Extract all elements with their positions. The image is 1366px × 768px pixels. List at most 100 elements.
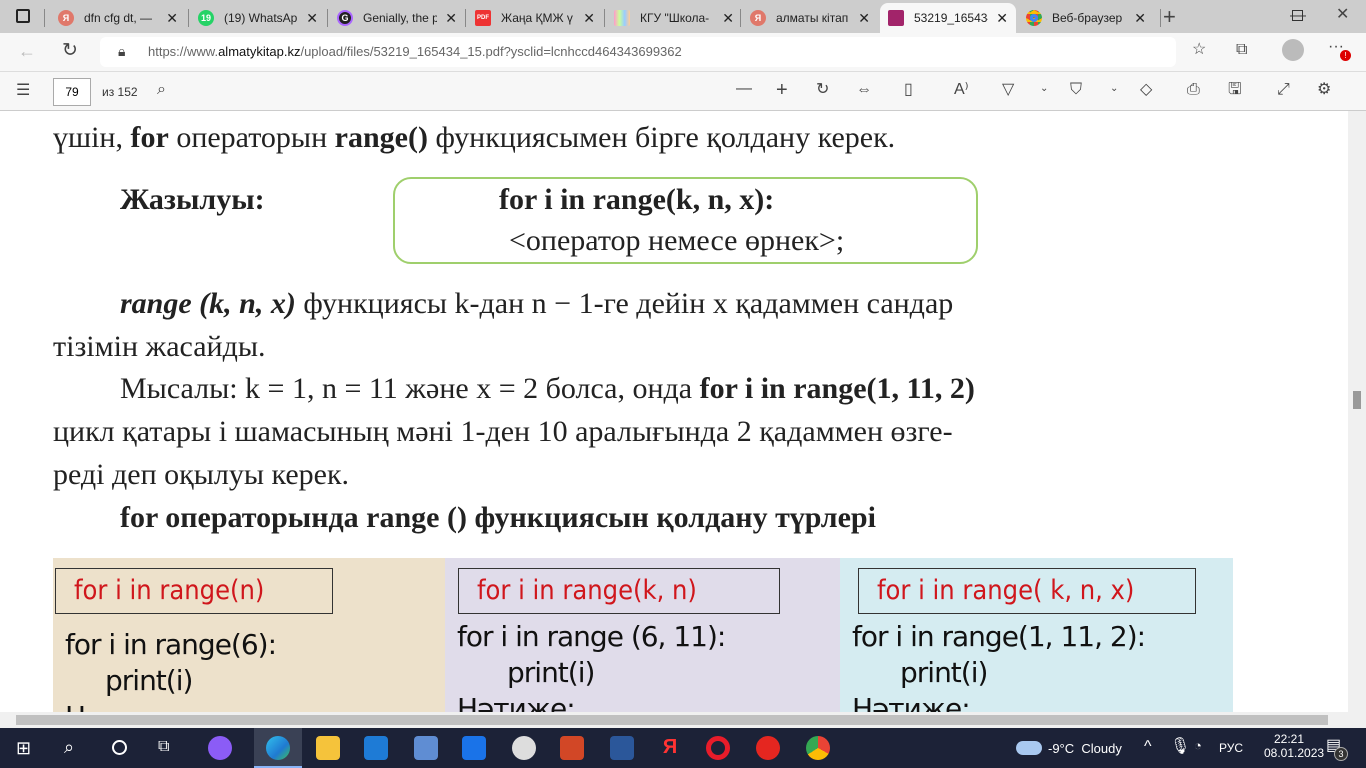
tab-actions-icon[interactable]: [16, 9, 30, 23]
read-aloud-icon[interactable]: A⁾: [954, 82, 969, 98]
alice-icon[interactable]: [208, 736, 232, 760]
vertical-scrollbar[interactable]: [1348, 111, 1366, 728]
stripes-icon: [614, 10, 630, 26]
pdf-toolbar: ☰ 79 из 152 ⌕ — + ↻ ⇔ ▯ A⁾ ▽ ⌄ ⛉ ⌄ ◇ ⎙ 🖫…: [0, 71, 1366, 111]
cortana-icon[interactable]: [112, 740, 127, 755]
language-indicator[interactable]: РУС: [1219, 741, 1243, 755]
weather-text[interactable]: -9°C Cloudy: [1048, 741, 1122, 756]
url-field[interactable]: 🔒︎ https://www.almatykitap.kz/upload/fil…: [100, 37, 1176, 67]
close-icon[interactable]: ✕: [858, 10, 870, 27]
chevron-up-icon[interactable]: ^: [1144, 739, 1152, 755]
tab-4[interactable]: КГУ "Школа- ✕: [606, 3, 742, 33]
network-icon[interactable]: ◔: [1194, 739, 1202, 752]
restore-icon[interactable]: [1292, 10, 1303, 21]
inkscape-icon[interactable]: [512, 736, 536, 760]
draw-icon[interactable]: ▽: [1002, 82, 1014, 98]
app-icon[interactable]: [414, 736, 438, 760]
syntax-label: Жазылуы:: [120, 183, 265, 216]
yandex-icon[interactable]: Я: [658, 736, 682, 760]
update-badge-icon: !: [1340, 50, 1351, 61]
close-icon[interactable]: ✕: [445, 10, 457, 27]
genially-icon: G: [337, 10, 353, 26]
zoom-in-icon[interactable]: +: [776, 80, 788, 100]
close-icon[interactable]: ✕: [996, 10, 1008, 27]
zoom-out-icon[interactable]: —: [736, 81, 752, 97]
taskbar: ⊞ ⌕ ⧉ Я -9°C Cloudy ^ 🎙︎ ◔ РУС 22:21 08.0…: [0, 728, 1366, 768]
chrome-icon: [1026, 10, 1042, 26]
horizontal-scrollbar[interactable]: [0, 712, 1348, 728]
microphone-icon[interactable]: 🎙︎: [1170, 739, 1190, 755]
rotate-icon[interactable]: ↻: [816, 82, 829, 98]
page-total: из 152: [102, 85, 138, 99]
explorer-icon[interactable]: [316, 736, 340, 760]
tab-5[interactable]: Яалматы кітап ✕: [742, 3, 878, 33]
text-line: үшін, for операторын range() функциясыме…: [53, 121, 896, 154]
clock[interactable]: 22:21 08.01.2023: [1264, 732, 1324, 760]
chrome-icon[interactable]: [806, 736, 830, 760]
highlight-icon[interactable]: ⛉: [1070, 82, 1082, 98]
chevron-down-icon[interactable]: ⌄: [1040, 84, 1048, 94]
tab-6-active[interactable]: 53219_165434 ✕: [880, 3, 1016, 33]
close-icon[interactable]: ✕: [306, 10, 318, 27]
tab-2[interactable]: G Genially, the p ✕: [329, 3, 465, 33]
close-icon[interactable]: ✕: [722, 10, 734, 27]
search-icon[interactable]: ⌕: [64, 738, 74, 756]
text-line: тізімін жасайды.: [53, 330, 266, 363]
opera-icon[interactable]: [706, 736, 730, 760]
task-view-icon[interactable]: ⧉: [158, 739, 169, 755]
start-icon[interactable]: ⊞: [16, 739, 31, 757]
tab-3[interactable]: PDF Жаңа ҚМЖ ү ✕: [467, 3, 603, 33]
search-icon[interactable]: ⌕: [157, 82, 166, 98]
tab-7[interactable]: Веб-браузер ✕: [1018, 3, 1154, 33]
tab-1[interactable]: 19 (19) WhatsApp ✕: [190, 3, 326, 33]
close-icon[interactable]: ✕: [166, 10, 178, 27]
syntax-box: for i in range(k, n, x): <оператор немес…: [393, 177, 978, 264]
text-line: реді деп оқылуы керек.: [53, 458, 350, 491]
mail-icon[interactable]: [462, 736, 486, 760]
tab-strip: Яdfn cfg dt, — ✕ 19 (19) WhatsApp ✕ G Genial…: [0, 0, 1366, 33]
whatsapp-icon: 19: [198, 10, 214, 26]
collections-icon[interactable]: ⧉: [1236, 42, 1247, 58]
powerpoint-icon[interactable]: [560, 736, 584, 760]
pdf-page: үшін, for операторын range() функциясыме…: [0, 111, 1348, 712]
settings-icon[interactable]: ⚙: [1317, 82, 1331, 98]
text-line: range (k, n, x) функциясы k-дан n − 1-ге…: [120, 287, 954, 320]
range-column-2: for i in range(k, n) for i in range (6, …: [445, 558, 840, 712]
section-heading: for операторында range () функциясын қол…: [120, 501, 876, 534]
edge-taskbar-button[interactable]: [254, 728, 302, 768]
close-icon[interactable]: ✕: [1134, 10, 1146, 27]
page-view-icon[interactable]: ▯: [904, 82, 913, 98]
close-window-icon[interactable]: ✕: [1336, 7, 1349, 23]
chevron-down-icon[interactable]: ⌄: [1110, 84, 1118, 94]
scroll-thumb[interactable]: [16, 715, 1328, 725]
book-icon: [888, 10, 904, 26]
store-icon[interactable]: [364, 736, 388, 760]
tab-0[interactable]: Яdfn cfg dt, — ✕: [50, 3, 186, 33]
yandex-icon: Я: [750, 10, 766, 26]
print-icon[interactable]: ⎙: [1187, 82, 1200, 98]
range-column-3: for i in range( k, n, x) for i in range(…: [840, 558, 1233, 712]
lock-icon[interactable]: 🔒︎: [118, 44, 125, 58]
yandex-icon: Я: [58, 10, 74, 26]
text-line: Мысалы: k = 1, n = 11 және x = 2 болса, …: [120, 372, 975, 405]
refresh-icon[interactable]: ↻: [62, 41, 78, 60]
edge-icon: [266, 736, 290, 760]
page-number-input[interactable]: 79: [53, 78, 91, 106]
eraser-icon[interactable]: ◇: [1140, 82, 1152, 98]
favorites-icon[interactable]: ☆: [1192, 42, 1206, 58]
range-column-1: for i in range(n) for i in range(6): pri…: [53, 558, 445, 712]
avatar[interactable]: [1282, 39, 1304, 61]
fullscreen-icon[interactable]: ⤢: [1277, 82, 1290, 98]
close-icon[interactable]: ✕: [583, 10, 595, 27]
fit-width-icon[interactable]: ⇔: [856, 82, 872, 98]
text-line: цикл қатары i шамасының мәні 1-ден 10 ар…: [53, 415, 953, 448]
yandex-browser-icon[interactable]: [756, 736, 780, 760]
back-icon[interactable]: ←: [18, 42, 36, 60]
new-tab-icon[interactable]: +: [1163, 6, 1176, 28]
save-icon[interactable]: 🖫︎: [1228, 82, 1242, 98]
contents-icon[interactable]: ☰: [16, 83, 30, 99]
notification-count: 3: [1334, 747, 1348, 761]
scroll-thumb[interactable]: [1353, 391, 1361, 409]
cloud-icon: [1016, 741, 1042, 755]
word-icon[interactable]: [610, 736, 634, 760]
